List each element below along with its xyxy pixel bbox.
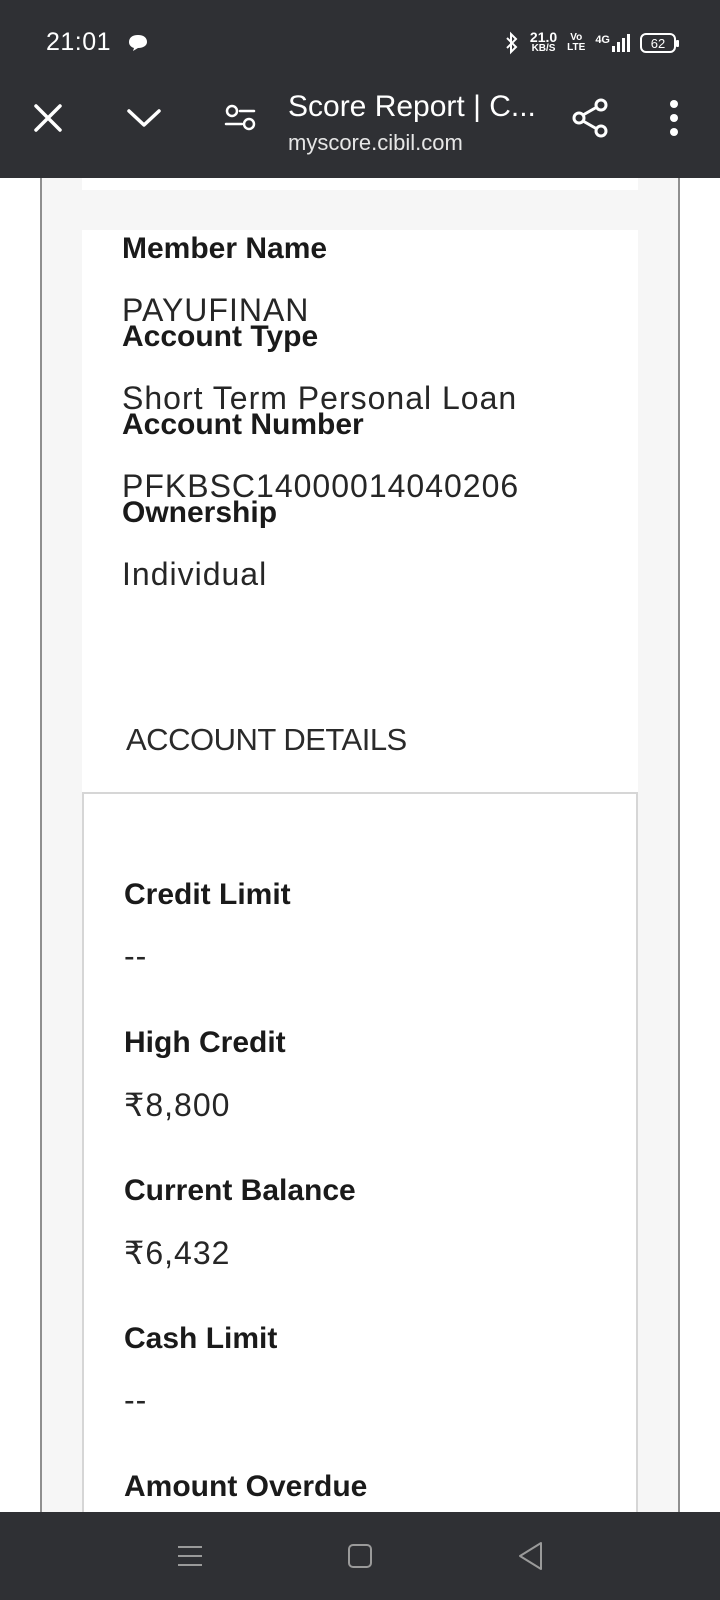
battery-level: 62 xyxy=(650,35,666,51)
high-credit-label: High Credit xyxy=(124,1026,286,1059)
previous-card-edge xyxy=(82,178,638,190)
volte-indicator: Vo LTE xyxy=(567,33,585,53)
network-speed-value: 21.0 xyxy=(529,29,558,45)
ownership-value: Individual xyxy=(122,556,268,592)
tune-icon xyxy=(224,104,256,131)
volte-bottom: LTE xyxy=(567,42,586,53)
home-button[interactable] xyxy=(342,1538,378,1574)
network-speed: 21.0 KB/S xyxy=(529,29,558,54)
bluetooth-icon xyxy=(506,31,518,55)
amount-overdue-label: Amount Overdue xyxy=(124,1470,368,1503)
more-vert-icon xyxy=(670,100,678,136)
status-icons: 21.0 KB/S Vo LTE 4G 62 xyxy=(504,28,679,58)
network-speed-unit: KB/S xyxy=(531,43,556,54)
home-square-icon xyxy=(348,1544,372,1568)
close-icon xyxy=(34,104,62,132)
signal-icon: 4G xyxy=(595,34,630,52)
page-controls-button[interactable] xyxy=(218,96,262,140)
chevron-down-icon xyxy=(127,109,161,127)
current-balance-value: ₹6,432 xyxy=(124,1235,231,1271)
notification-bubble-icon xyxy=(129,35,147,51)
cash-limit-value: -- xyxy=(124,1382,148,1418)
close-button[interactable] xyxy=(26,96,70,140)
back-triangle-icon xyxy=(519,1542,542,1570)
account-number-label: Account Number xyxy=(122,408,364,441)
account-details-heading: ACCOUNT DETAILS xyxy=(126,722,407,757)
ownership-label: Ownership xyxy=(122,496,278,529)
account-type-label: Account Type xyxy=(122,320,319,353)
status-time: 21:01 xyxy=(46,28,112,56)
page-title: Score Report | C... xyxy=(288,90,536,123)
status-bar: 21:01 21.0 KB/S Vo LTE 4G 62 xyxy=(0,0,720,86)
share-button[interactable] xyxy=(566,94,614,142)
menu-button[interactable] xyxy=(172,1538,208,1574)
share-icon xyxy=(572,98,608,138)
network-type: 4G xyxy=(595,34,610,46)
back-button[interactable] xyxy=(512,1538,548,1574)
current-balance-label: Current Balance xyxy=(124,1174,356,1207)
system-nav-bar xyxy=(0,1512,720,1600)
minimize-button[interactable] xyxy=(120,96,168,140)
more-options-button[interactable] xyxy=(650,94,698,142)
browser-toolbar: Score Report | C... myscore.cibil.com xyxy=(0,86,720,178)
high-credit-value: ₹8,800 xyxy=(124,1087,231,1123)
member-name-label: Member Name xyxy=(122,232,328,265)
battery-icon: 62 xyxy=(640,33,679,53)
credit-limit-value: -- xyxy=(124,938,148,974)
credit-limit-label: Credit Limit xyxy=(124,878,291,911)
cash-limit-label: Cash Limit xyxy=(124,1322,278,1355)
menu-icon xyxy=(178,1546,202,1566)
page-url: myscore.cibil.com xyxy=(288,130,463,155)
